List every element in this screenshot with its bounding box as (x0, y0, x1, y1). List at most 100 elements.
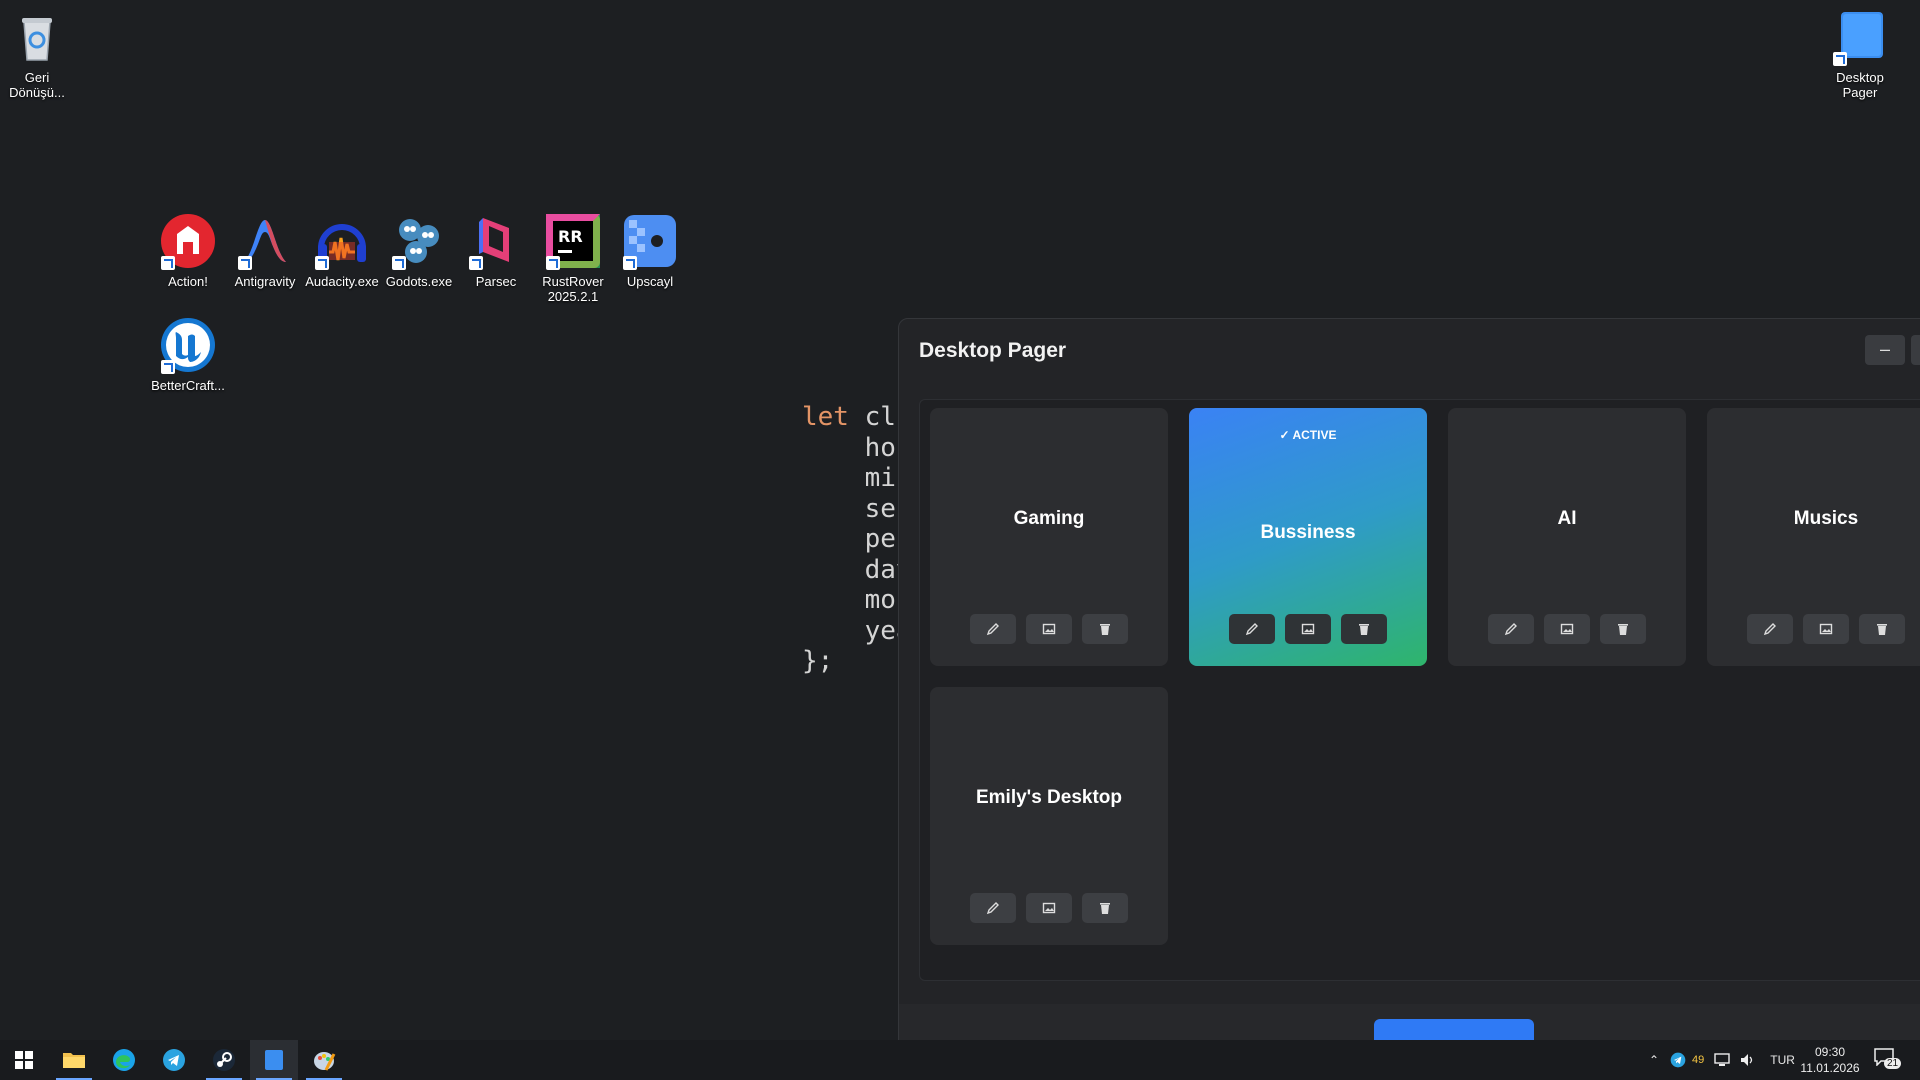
desktop-icon-action[interactable]: Action! (148, 212, 228, 289)
active-badge: ✓ ACTIVE (1279, 428, 1337, 442)
desktop-icon-parsec[interactable]: Parsec (456, 212, 536, 289)
window-title: Desktop Pager (919, 339, 1067, 362)
notification-count: 49 (1692, 1054, 1705, 1066)
audacity-icon (313, 212, 371, 270)
desktop-icon-label: Godots.exe (385, 274, 453, 289)
shortcut-arrow-icon (546, 256, 560, 270)
edge-icon (113, 1049, 135, 1071)
desktop-card-name: AI (1557, 508, 1577, 529)
code-line: hou (802, 432, 912, 463)
parsec-icon (467, 212, 525, 270)
wallpaper-button[interactable] (1544, 614, 1590, 644)
volume-icon[interactable] (1740, 1053, 1756, 1067)
antigravity-icon (236, 212, 294, 270)
clock[interactable]: 09:30 11.01.2026 (1790, 1044, 1870, 1076)
rename-button[interactable] (1488, 614, 1534, 644)
rename-button[interactable] (970, 893, 1016, 923)
desktop-icon-recycle-bin[interactable]: Geri Dönüşü... (0, 8, 77, 100)
desktop-icon-label: Geri Dönüşü... (9, 70, 65, 100)
desktop-pager-window: Desktop Pager – Gaming ✓ ACTIVE Bussines… (898, 318, 1920, 1060)
background-code-text: let cl hou mir sec per day mor yea }; (802, 402, 912, 676)
chevron-up-icon[interactable]: ⌃ (1644, 1053, 1664, 1067)
image-icon (1819, 623, 1833, 635)
taskbar-desktop-pager[interactable] (250, 1040, 298, 1080)
code-line: }; (802, 646, 834, 676)
rename-button[interactable] (970, 614, 1016, 644)
delete-button[interactable] (1859, 614, 1905, 644)
code-line: yea (802, 615, 912, 646)
desktop-icon-label: Parsec (475, 274, 517, 289)
desktop-pager-icon (265, 1050, 283, 1070)
minimize-button[interactable]: – (1865, 335, 1905, 365)
desktop-card-emilys-desktop[interactable]: Emily's Desktop (930, 687, 1168, 945)
wallpaper-button[interactable] (1026, 893, 1072, 923)
pencil-icon (986, 902, 999, 915)
telegram-tray-icon[interactable] (1670, 1052, 1686, 1068)
shortcut-arrow-icon (238, 256, 252, 270)
desktop-icon-audacity[interactable]: Audacity.exe (302, 212, 382, 289)
code-line: per (802, 524, 912, 554)
paint-icon (314, 1052, 336, 1071)
wallpaper-button[interactable] (1285, 614, 1331, 644)
clock-date: 11.01.2026 (1800, 1061, 1860, 1075)
taskbar-steam[interactable] (200, 1040, 248, 1080)
image-icon (1560, 623, 1574, 635)
taskbar-telegram[interactable] (150, 1040, 198, 1080)
desktop-card-bussiness[interactable]: ✓ ACTIVE Bussiness (1189, 408, 1427, 666)
code-line: cl (864, 402, 896, 432)
desktop-icon-label: RustRover 2025.2.1 (542, 274, 604, 304)
code-line: day (802, 554, 912, 585)
svg-text:RR: RR (558, 227, 583, 246)
pencil-icon (986, 623, 999, 636)
wallpaper-button[interactable] (1803, 614, 1849, 644)
desktop-icon-bettercraft[interactable]: BetterCraft... (148, 316, 228, 393)
delete-button[interactable] (1341, 614, 1387, 644)
desktop-icon-upscayl[interactable]: Upscayl (610, 212, 690, 289)
desktop-card-name: Bussiness (1260, 522, 1356, 543)
shortcut-arrow-icon (161, 360, 175, 374)
desktop-card-name: Gaming (1013, 508, 1085, 529)
trash-icon (1359, 624, 1369, 635)
network-icon[interactable] (1714, 1053, 1730, 1067)
desktop-icon-rustrover[interactable]: RR RustRover 2025.2.1 (533, 212, 613, 304)
shortcut-arrow-icon (161, 256, 175, 270)
shortcut-arrow-icon (1833, 52, 1847, 66)
rename-button[interactable] (1229, 614, 1275, 644)
desktop-icon-desktop-pager[interactable]: Desktop Pager (1820, 8, 1900, 100)
system-tray: ⌃ 49 TUR (1644, 1040, 1795, 1080)
rename-button[interactable] (1747, 614, 1793, 644)
trash-icon (1618, 624, 1628, 635)
upscayl-icon (621, 212, 679, 270)
recycle-bin-icon (8, 8, 66, 66)
wallpaper-button[interactable] (1026, 614, 1072, 644)
desktop-icon-label: BetterCraft... (151, 378, 225, 393)
pencil-icon (1504, 623, 1517, 636)
delete-button[interactable] (1082, 893, 1128, 923)
image-icon (1301, 623, 1315, 635)
desktop-icon-label: Desktop Pager (1836, 70, 1884, 100)
steam-icon (213, 1049, 235, 1071)
rustrover-icon: RR (544, 212, 602, 270)
code-line: sec (802, 493, 912, 524)
desktop-icon-godots[interactable]: Godots.exe (379, 212, 459, 289)
shortcut-arrow-icon (623, 256, 637, 270)
start-button[interactable] (0, 1040, 48, 1080)
desktop-card-gaming[interactable]: Gaming (930, 408, 1168, 666)
desktop-icon-antigravity[interactable]: Antigravity (225, 212, 305, 289)
delete-button[interactable] (1082, 614, 1128, 644)
taskbar-paint[interactable] (300, 1040, 348, 1080)
delete-button[interactable] (1600, 614, 1646, 644)
desktop-icon-label: Upscayl (626, 274, 674, 289)
action-center-count: 21 (1884, 1058, 1902, 1069)
unreal-icon (159, 316, 217, 374)
action-center-button[interactable]: 21 (1874, 1048, 1902, 1072)
image-icon (1042, 902, 1056, 914)
maximize-button[interactable] (1911, 335, 1920, 365)
shortcut-arrow-icon (392, 256, 406, 270)
taskbar-file-explorer[interactable] (50, 1040, 98, 1080)
desktop-card-ai[interactable]: AI (1448, 408, 1686, 666)
clock-time: 09:30 (1814, 1045, 1846, 1059)
taskbar-edge[interactable] (100, 1040, 148, 1080)
desktop-card-musics[interactable]: Musics (1707, 408, 1920, 666)
telegram-icon (163, 1049, 185, 1071)
